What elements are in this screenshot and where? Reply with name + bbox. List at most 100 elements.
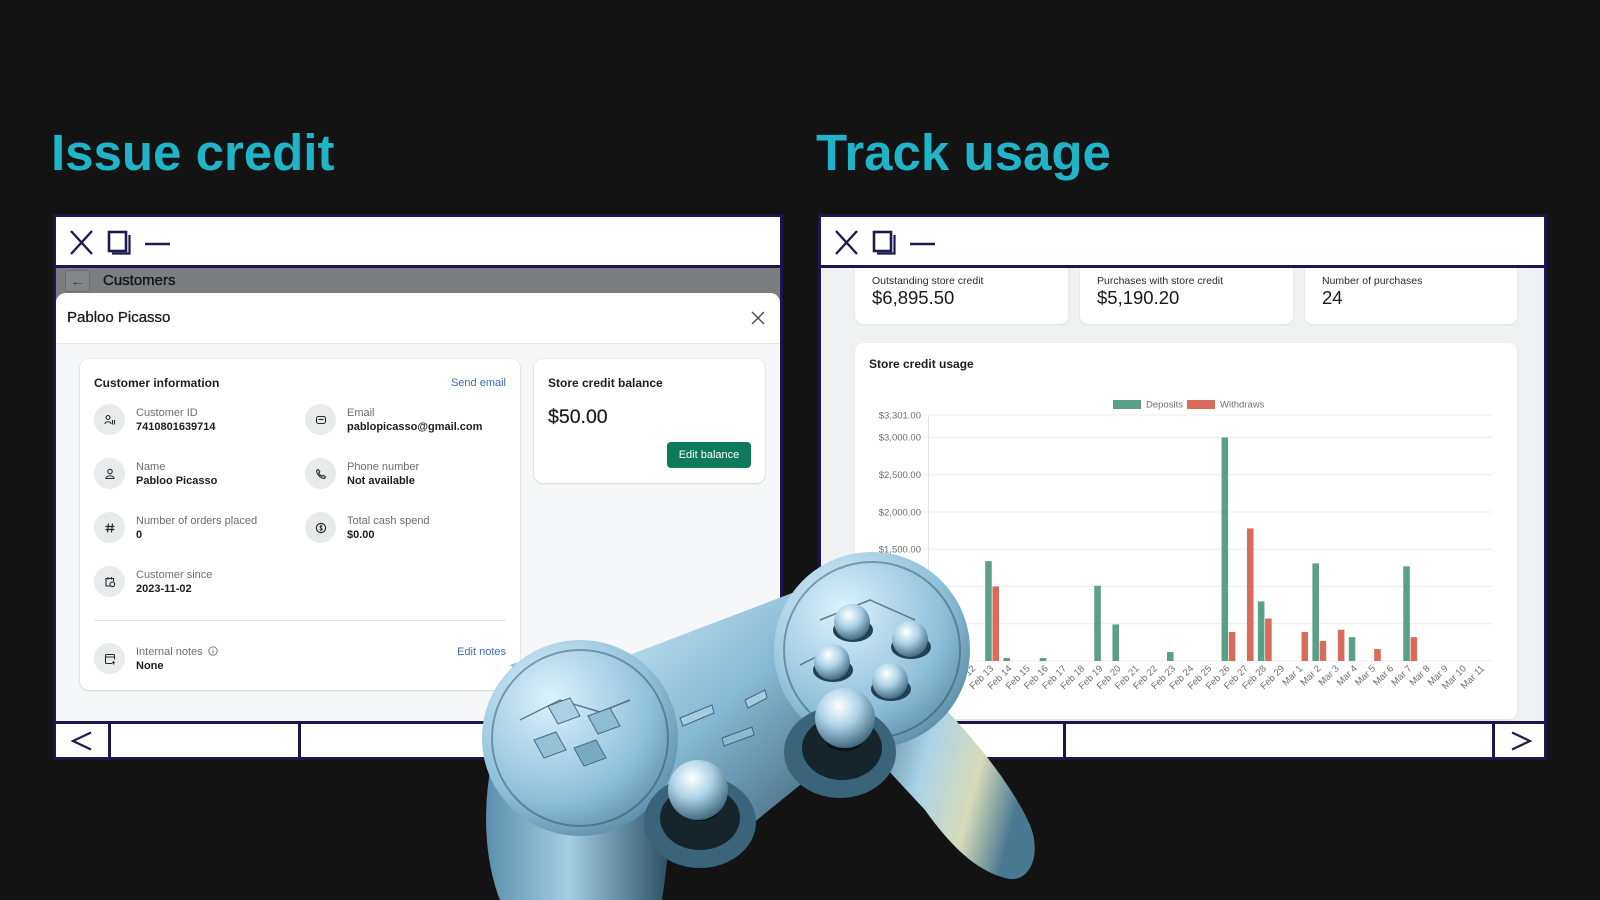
bottom-bar-divider xyxy=(1063,724,1066,757)
field-label: Number of orders placed xyxy=(136,515,258,527)
legend-label: Deposits xyxy=(1146,400,1183,411)
bottom-bar-divider xyxy=(108,724,111,757)
page-title: Customers xyxy=(103,272,176,289)
customers-page: ← Customers Pabloo Picasso Customer info… xyxy=(56,268,780,721)
stat-purchases-with-store-credit: Purchases with store credit $5,190.20 xyxy=(1080,268,1293,324)
y-tick-label: $1,000.00 xyxy=(879,582,921,593)
close-icon[interactable] xyxy=(834,230,859,255)
minimize-icon[interactable] xyxy=(145,230,170,255)
y-tick-label: $2,000.00 xyxy=(879,507,921,518)
info-icon[interactable] xyxy=(208,646,218,656)
field-email: Email pablopicasso@gmail.com xyxy=(305,404,505,435)
bar-withdraws xyxy=(1301,631,1309,661)
bottom-bar-divider xyxy=(1492,724,1495,757)
field-orders-placed: Number of orders placed 0 xyxy=(94,512,294,543)
bar-withdraws xyxy=(1337,629,1345,661)
close-icon[interactable] xyxy=(69,230,94,255)
chevron-left-icon[interactable] xyxy=(70,729,94,753)
bar-deposits xyxy=(985,561,992,661)
field-value: None xyxy=(136,660,164,672)
y-tick-label: $2,500.00 xyxy=(879,470,921,481)
field-label: Phone number xyxy=(347,461,420,473)
bar-deposits xyxy=(1257,601,1265,661)
bar-withdraws xyxy=(1246,528,1254,661)
card-heading: Store credit balance xyxy=(548,376,663,390)
email-icon xyxy=(305,404,336,435)
window-bottom-bar xyxy=(56,721,780,757)
controller-left-stick xyxy=(644,760,756,868)
y-tick-label: $500.00 xyxy=(887,619,921,630)
close-icon[interactable] xyxy=(751,311,765,325)
bar-withdraws xyxy=(1319,640,1327,661)
field-internal-notes: Internal notes None xyxy=(94,643,294,674)
store-credit-dashboard: Outstanding store credit $6,895.50 Purch… xyxy=(821,268,1544,721)
field-value: pablopicasso@gmail.com xyxy=(347,421,483,433)
send-email-link[interactable]: Send email xyxy=(451,376,506,390)
calendar-icon xyxy=(94,566,125,597)
dollar-icon xyxy=(305,512,336,543)
field-label: Customer ID xyxy=(136,407,198,419)
bar-deposits xyxy=(1003,658,1010,661)
y-tick-label: $3,000.00 xyxy=(879,433,921,444)
stat-number-of-purchases: Number of purchases 24 xyxy=(1305,268,1517,324)
chart-title: Store credit usage xyxy=(869,357,974,371)
bar-deposits xyxy=(1094,585,1101,661)
customers-page-header: ← Customers xyxy=(56,268,780,293)
chart-x-axis-labels: Feb 10Feb 11Feb 12Feb 13Feb 14Feb 15Feb … xyxy=(913,663,1487,692)
y-tick-label: $1,500.00 xyxy=(879,545,921,556)
store-credit-balance-card: Store credit balance $50.00 Edit balance xyxy=(534,359,765,483)
stat-value: 24 xyxy=(1322,287,1343,308)
field-value: Pabloo Picasso xyxy=(136,475,218,487)
bar-withdraws xyxy=(992,586,1000,661)
customer-information-card: Customer information Send email Customer… xyxy=(80,359,520,690)
field-value: $0.00 xyxy=(347,529,375,541)
modal-header: Pabloo Picasso xyxy=(56,293,780,344)
bar-deposits xyxy=(1112,624,1119,661)
bar-withdraws xyxy=(1265,618,1272,661)
legend-swatch xyxy=(1113,400,1141,409)
y-tick-label: $3,301.00 xyxy=(879,410,921,421)
field-phone: Phone number Not available xyxy=(305,458,505,489)
chevron-right-icon[interactable] xyxy=(1509,729,1533,753)
customer-modal: Pabloo Picasso Customer information Send… xyxy=(56,293,780,721)
card-heading: Customer information xyxy=(94,376,220,390)
window-titlebar xyxy=(821,217,1544,268)
field-total-cash-spend: Total cash spend $0.00 xyxy=(305,512,505,543)
notes-icon xyxy=(94,643,125,674)
field-value: 2023-11-02 xyxy=(136,583,192,595)
minimize-icon[interactable] xyxy=(910,230,935,255)
issue-credit-window: ← Customers Pabloo Picasso Customer info… xyxy=(53,214,783,760)
stat-outstanding-store-credit: Outstanding store credit $6,895.50 xyxy=(855,268,1068,324)
y-tick-label: $0.00 xyxy=(897,656,921,667)
store-credit-usage-card: $0.00 $500.00 $1,000.00 $1,500.00 $2,000.00 $… xyxy=(855,343,1517,719)
restore-icon[interactable] xyxy=(107,230,132,255)
issue-credit-heading: Issue credit xyxy=(51,124,335,181)
field-value: 0 xyxy=(136,529,143,541)
phone-icon xyxy=(305,458,336,489)
edit-balance-button[interactable]: Edit balance xyxy=(667,442,751,468)
bottom-bar-divider xyxy=(298,724,301,757)
stat-value: $5,190.20 xyxy=(1097,287,1180,308)
field-label: Total cash spend xyxy=(347,515,430,527)
edit-notes-link[interactable]: Edit notes xyxy=(457,645,506,659)
track-usage-window: Outstanding store credit $6,895.50 Purch… xyxy=(818,214,1547,760)
person-icon xyxy=(94,458,125,489)
arrow-left-icon[interactable]: ← xyxy=(65,270,90,292)
field-value: Not available xyxy=(347,475,415,487)
legend-swatch xyxy=(1187,400,1215,409)
restore-icon[interactable] xyxy=(872,230,897,255)
chart-legend: Deposits Withdraws xyxy=(1113,400,1265,411)
store-credit-balance-value: $50.00 xyxy=(548,406,608,428)
customer-id-icon xyxy=(94,404,125,435)
bar-deposits xyxy=(1039,658,1047,661)
store-credit-usage-chart: $0.00 $500.00 $1,000.00 $1,500.00 $2,000.00 $… xyxy=(879,400,1492,692)
window-bottom-bar xyxy=(821,721,1544,757)
bar-withdraws xyxy=(1228,631,1236,661)
legend-label: Withdraws xyxy=(1220,400,1265,411)
bar-withdraws xyxy=(1374,649,1381,661)
bar-deposits xyxy=(1312,563,1319,661)
bar-deposits xyxy=(1221,437,1229,661)
field-label: Name xyxy=(136,461,166,473)
field-value: 7410801639714 xyxy=(136,421,216,433)
chart-y-axis-labels: $0.00 $500.00 $1,000.00 $1,500.00 $2,000.00 $… xyxy=(879,410,921,667)
